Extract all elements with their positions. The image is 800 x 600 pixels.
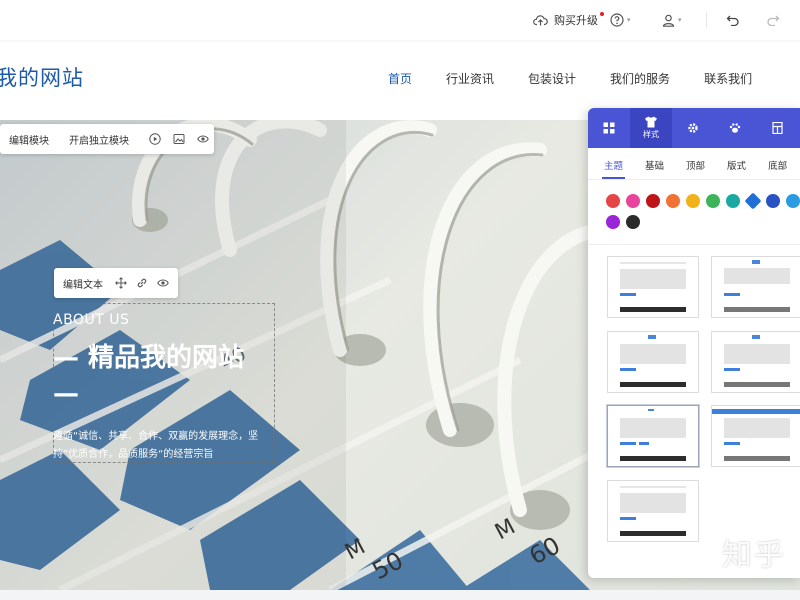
chevron-down-icon: ▾ — [627, 16, 631, 24]
main-nav: 首页 行业资讯 包装设计 我们的服务 联系我们 — [388, 70, 786, 87]
grid-icon — [603, 122, 615, 134]
style-subtabs: 主题 基础 顶部 版式 底部 — [588, 148, 800, 180]
panel-tab-bar: 样式 — [588, 108, 800, 148]
link-icon[interactable] — [136, 277, 148, 289]
redo-button[interactable] — [766, 0, 780, 40]
play-icon[interactable] — [149, 133, 161, 145]
color-swatch-navy[interactable] — [766, 194, 780, 208]
nav-item-contact[interactable]: 联系我们 — [704, 70, 752, 87]
gear-icon — [688, 123, 698, 133]
tab-style[interactable]: 样式 — [630, 108, 672, 148]
help-menu[interactable]: ▾ — [610, 0, 631, 40]
undo-button[interactable] — [726, 0, 740, 40]
image-icon[interactable] — [173, 133, 185, 145]
layout-thumbnail-1[interactable] — [607, 256, 699, 318]
color-swatch-yellow[interactable] — [686, 194, 700, 208]
toolbar-divider — [706, 12, 707, 28]
layout-thumbnail-7[interactable] — [607, 480, 699, 542]
notification-dot — [600, 12, 604, 16]
color-swatch-blue-selected[interactable] — [744, 192, 762, 210]
color-swatch-teal[interactable] — [726, 194, 740, 208]
hero-heading[interactable]: — 精品我的网站 — — [53, 340, 275, 412]
color-swatch-pink[interactable] — [626, 194, 640, 208]
undo-icon — [726, 15, 739, 26]
text-edit-toolbar: 编辑文本 — [54, 268, 178, 298]
user-icon — [662, 14, 675, 27]
subtab-theme[interactable]: 主题 — [596, 148, 631, 179]
layout-thumbnail-2[interactable] — [711, 256, 800, 318]
color-swatch-red[interactable] — [606, 194, 620, 208]
subtab-bottom[interactable]: 底部 — [760, 148, 795, 179]
user-menu[interactable]: ▾ — [662, 0, 682, 40]
eye-icon[interactable] — [197, 134, 209, 144]
tab-modules[interactable] — [588, 108, 630, 148]
color-swatch-black[interactable] — [626, 215, 640, 229]
layout-thumbnail-4[interactable] — [711, 331, 800, 393]
nav-item-packaging[interactable]: 包装设计 — [528, 70, 576, 87]
color-swatch-dark-red[interactable] — [646, 194, 660, 208]
nav-item-news[interactable]: 行业资讯 — [446, 70, 494, 87]
edit-module-button[interactable]: 编辑模块 — [9, 132, 49, 147]
layout-thumbnail-5-selected[interactable] — [607, 405, 699, 467]
layout-icon — [771, 122, 783, 134]
paw-icon — [729, 123, 741, 133]
upgrade-button[interactable]: 购买升级 — [533, 0, 604, 40]
cloud-upload-icon — [533, 15, 548, 26]
color-swatch-green[interactable] — [706, 194, 720, 208]
move-icon[interactable] — [115, 277, 127, 289]
chevron-down-icon: ▾ — [678, 16, 682, 24]
hero-kicker[interactable]: ABOUT US — [53, 312, 129, 328]
nav-item-home[interactable]: 首页 — [388, 70, 412, 87]
subtab-basic[interactable]: 基础 — [637, 148, 672, 179]
hero-description[interactable]: 遵循“诚信、共享、合作、双赢的发展理念，坚持”优质合作，品质服务“的经营宗旨 — [53, 428, 275, 464]
independent-edit-button[interactable]: 开启独立模块 — [69, 132, 129, 147]
module-edit-toolbar: 编辑模块 开启独立模块 — [0, 124, 214, 154]
color-swatch-sky[interactable] — [786, 194, 800, 208]
nav-item-services[interactable]: 我们的服务 — [610, 70, 670, 87]
tab-style-label: 样式 — [643, 130, 659, 139]
upgrade-label: 购买升级 — [554, 14, 598, 27]
panel-divider — [588, 244, 800, 245]
tab-layout[interactable] — [756, 108, 798, 148]
edit-text-button[interactable]: 编辑文本 — [63, 276, 103, 291]
watermark-logo: 知乎 — [722, 538, 786, 573]
site-title[interactable]: 我的网站 — [0, 62, 84, 92]
subtab-top[interactable]: 顶部 — [678, 148, 713, 179]
editor-toolbar: 购买升级 ▾ ▾ — [0, 0, 800, 40]
style-panel: 样式 主题 基础 顶部 版式 底部 — [588, 108, 800, 578]
color-swatch-orange[interactable] — [666, 194, 680, 208]
help-icon — [610, 13, 624, 27]
subtab-format[interactable]: 版式 — [719, 148, 754, 179]
layout-thumbnail-6[interactable] — [711, 405, 800, 467]
shirt-icon — [645, 116, 657, 128]
color-swatch-purple[interactable] — [606, 215, 620, 229]
eye-icon[interactable] — [157, 278, 169, 288]
redo-icon — [767, 15, 780, 26]
tab-settings[interactable] — [672, 108, 714, 148]
layout-thumbnail-3[interactable] — [607, 331, 699, 393]
tab-plugins[interactable] — [714, 108, 756, 148]
